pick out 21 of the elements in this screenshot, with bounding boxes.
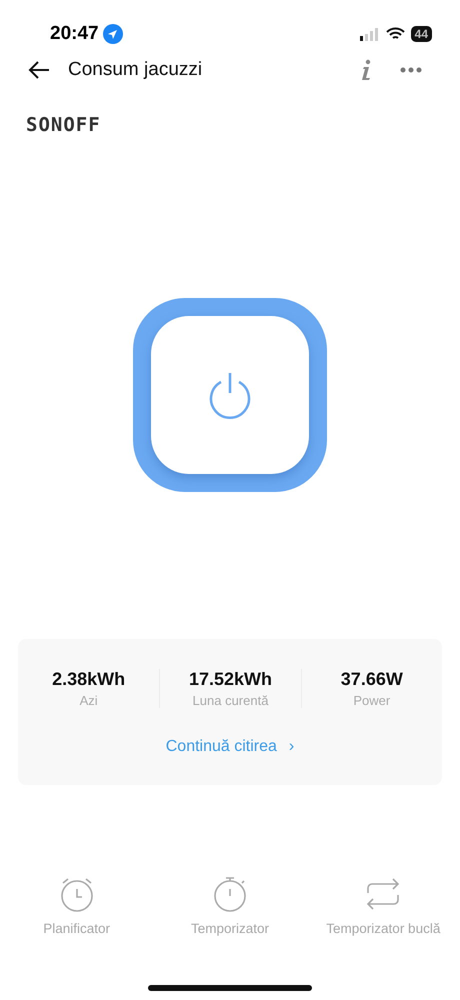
stat-value: 17.52kWh (188, 669, 272, 690)
status-time: 20:47 (50, 23, 99, 45)
stat-label: Azi (80, 693, 98, 708)
wifi-icon (386, 27, 405, 41)
brand-logo: SONOFF (26, 114, 101, 136)
power-switch[interactable] (133, 298, 327, 492)
stat-value: 37.66W (340, 669, 403, 690)
info-button[interactable] (360, 59, 372, 81)
stat-label: Power (353, 693, 390, 708)
battery-level: 44 (410, 26, 432, 42)
read-more-link[interactable]: Continuă citirea › (166, 738, 294, 756)
more-button[interactable] (400, 67, 422, 73)
stat-label: Luna curentă (192, 693, 268, 708)
back-button[interactable] (28, 60, 50, 80)
action-button[interactable]: Temporizator (153, 875, 307, 936)
action-button[interactable]: Temporizator buclă (306, 875, 460, 936)
action-button[interactable]: Planificator (0, 875, 154, 936)
location-icon (102, 24, 123, 44)
page-title: Consum jacuzzi (68, 59, 204, 81)
signal-icon (360, 28, 380, 40)
stat-value: 2.38kWh (52, 669, 126, 690)
